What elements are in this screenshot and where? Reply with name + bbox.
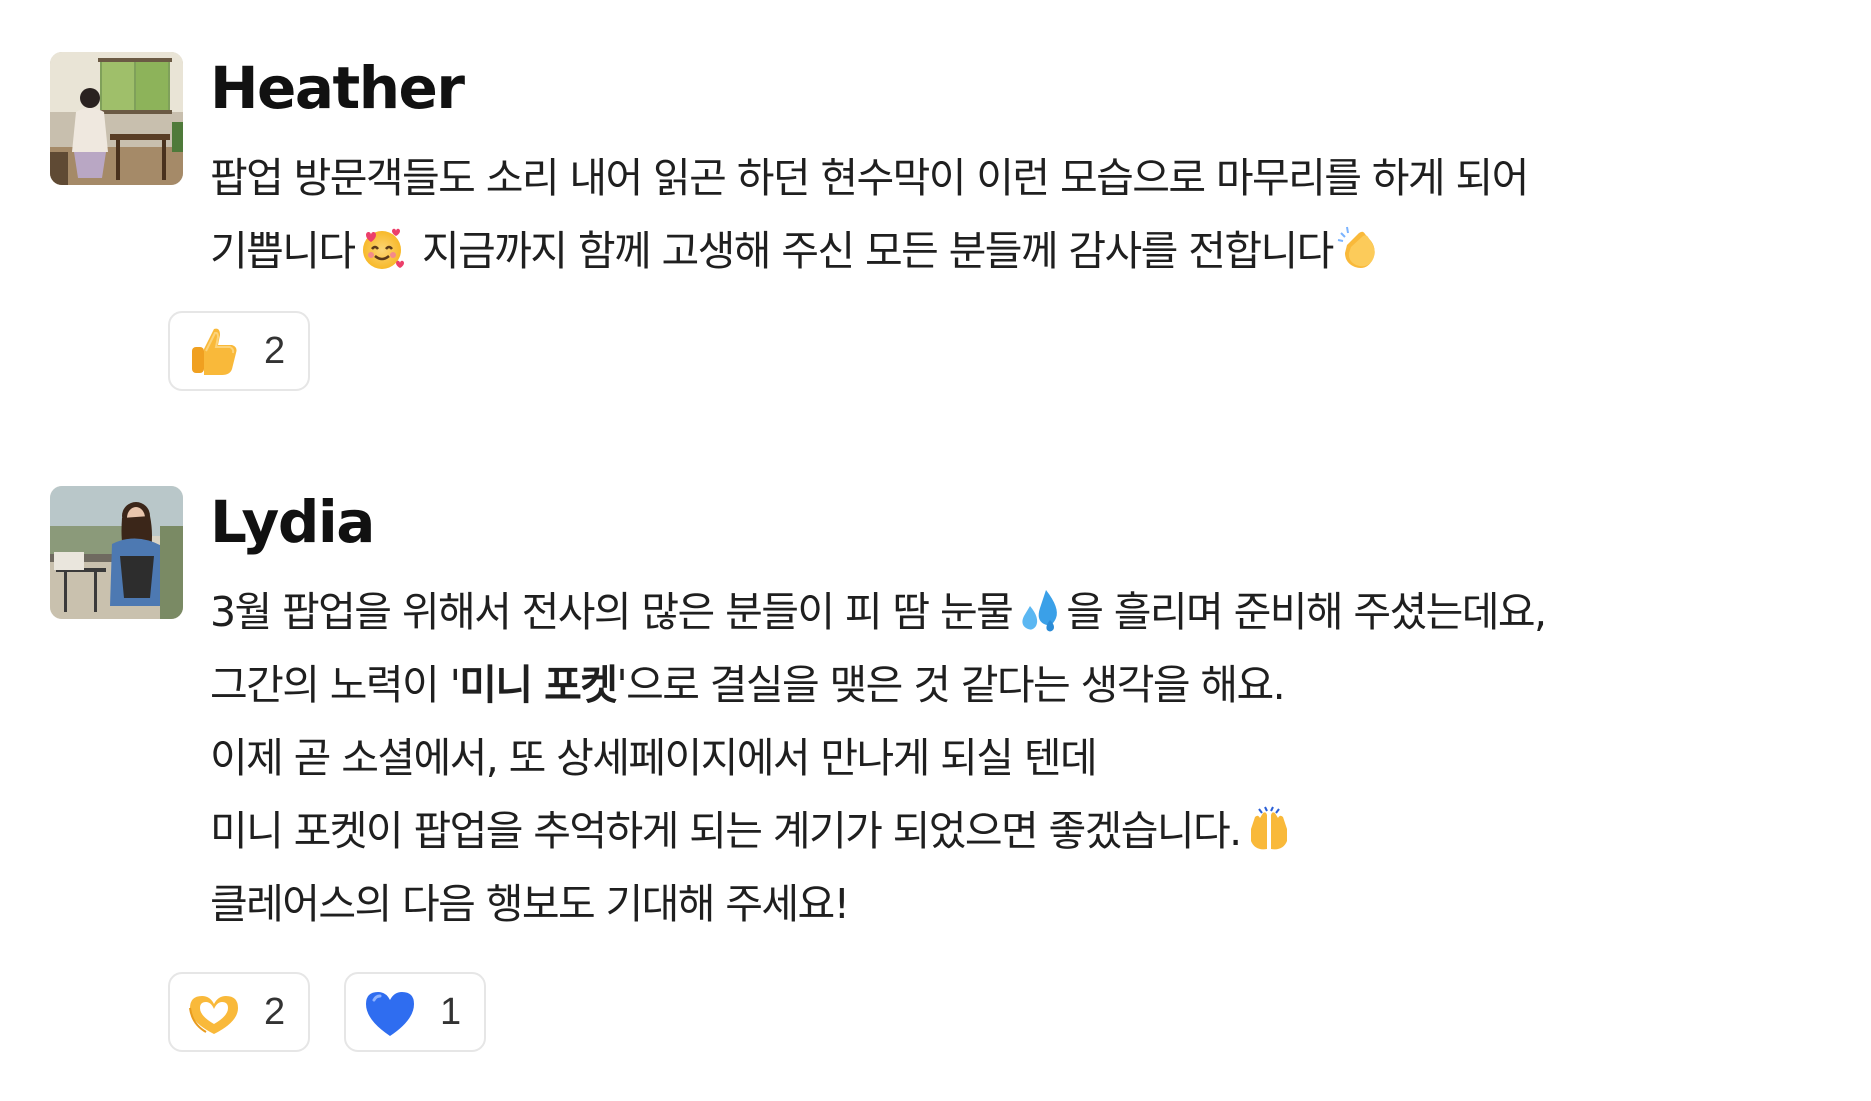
text-segment: 지금까지 함께 고생해 주신 모든 분들께 감사를 전합니다 xyxy=(421,227,1334,275)
text-line: 클레어스의 다음 행보도 기대해 주세요! xyxy=(210,880,850,928)
text-segment: 을 흘리며 준비해 주셨는데요, xyxy=(1066,588,1547,636)
text-line: 3월 팝업을 위해서 전사의 많은 분들이 피 땀 눈물 을 흘리며 준비해 주셨… xyxy=(210,576,1810,649)
reaction-list: 2 1 xyxy=(168,972,486,1052)
sweat-droplets-icon xyxy=(1016,584,1062,657)
text-segment: 기쁩니다 xyxy=(210,227,356,275)
text-segment: '으로 결실을 맺은 것 같다는 생각을 해요. xyxy=(616,661,1285,709)
smiling-face-with-hearts-icon xyxy=(358,223,406,296)
avatar-photo xyxy=(50,52,183,185)
reaction-list: 2 xyxy=(168,311,310,391)
text-line: 미니 포켓이 팝업을 추억하게 되는 계기가 되었으면 좋겠습니다. xyxy=(210,795,1810,868)
avatar[interactable] xyxy=(50,486,183,619)
text-segment: 그간의 노력이 ' xyxy=(210,661,461,709)
avatar[interactable] xyxy=(50,52,183,185)
reaction-count: 1 xyxy=(440,990,462,1033)
text-segment: 미니 포켓이 팝업을 추억하게 되는 계기가 되었으면 좋겠습니다. xyxy=(210,807,1242,855)
clapping-hands-icon xyxy=(1337,223,1381,296)
text-line: 이제 곧 소셜에서, 또 상세페이지에서 만나게 되실 텐데 xyxy=(210,734,1098,782)
reaction-blue-heart-button[interactable]: 1 xyxy=(344,972,486,1052)
message-text: 팝업 방문객들도 소리 내어 읽곤 하던 현수막이 이런 모습으로 마무리를 하… xyxy=(210,142,1810,288)
author-name[interactable]: Heather xyxy=(210,52,1810,124)
text-line: 그간의 노력이 '미니 포켓'으로 결실을 맺은 것 같다는 생각을 해요. xyxy=(210,649,1810,722)
reaction-heart-hands-button[interactable]: 2 xyxy=(168,972,310,1052)
thumbs-up-icon xyxy=(186,323,242,379)
message-thread: Heather 팝업 방문객들도 소리 내어 읽곤 하던 현수막이 이런 모습으… xyxy=(0,0,1871,1101)
reaction-count: 2 xyxy=(264,329,286,372)
reaction-thumbs-up-button[interactable]: 2 xyxy=(168,311,310,391)
text-line: 팝업 방문객들도 소리 내어 읽곤 하던 현수막이 이런 모습으로 마무리를 하… xyxy=(210,154,1529,202)
avatar-photo xyxy=(50,486,183,619)
heart-hands-icon xyxy=(186,984,242,1040)
author-name[interactable]: Lydia xyxy=(210,486,1810,558)
raising-hands-icon xyxy=(1245,803,1293,876)
product-name-bold: 미니 포켓 xyxy=(459,661,618,709)
text-line: 기쁩니다 지금까지 함께 고생해 주신 모든 분들께 감사를 전합니다 xyxy=(210,215,1810,288)
text-segment: 3월 팝업을 위해서 전사의 많은 분들이 피 땀 눈물 xyxy=(210,588,1014,636)
reaction-count: 2 xyxy=(264,990,286,1033)
message-text: 3월 팝업을 위해서 전사의 많은 분들이 피 땀 눈물 을 흘리며 준비해 주셨… xyxy=(210,576,1810,941)
blue-heart-icon xyxy=(362,984,418,1040)
